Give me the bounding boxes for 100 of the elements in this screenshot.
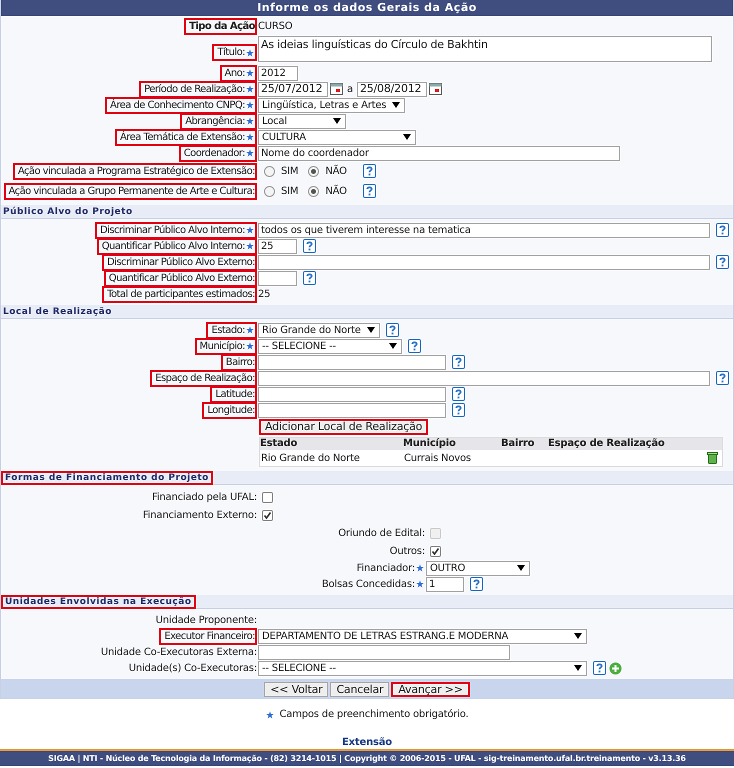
help-icon[interactable] (716, 255, 729, 269)
help-icon[interactable] (452, 403, 465, 417)
nav-button[interactable]: << Voltar (264, 682, 328, 696)
field-label: Abrangência: (185, 114, 245, 128)
add-location-button[interactable]: Adicionar Local de Realização (259, 419, 428, 435)
help-icon[interactable] (716, 371, 729, 385)
column-header: Estado (260, 438, 298, 450)
add-icon[interactable] (609, 662, 622, 674)
help-icon[interactable] (303, 239, 316, 253)
date-field[interactable]: 25/08/2012 (356, 82, 427, 96)
caret-icon (517, 565, 525, 571)
field-label: Período de Realização: (144, 82, 245, 96)
column-header: Bairro (501, 438, 536, 450)
section-header: Público Alvo do Projeto (2, 206, 134, 216)
module-name: Extensão (341, 737, 393, 749)
help-icon[interactable] (408, 339, 421, 353)
field-label: Latitude: (215, 388, 255, 400)
dropdown[interactable]: -- SELECIONE -- (258, 660, 587, 676)
dropdown[interactable]: Lingüística, Letras e Artes (258, 98, 406, 112)
dropdown[interactable]: DEPARTAMENTO DE LETRAS ESTRANG.E MODERNA (258, 628, 587, 644)
radio-button[interactable] (308, 186, 320, 196)
dropdown[interactable]: Local (258, 114, 346, 128)
field-label: Ano: (224, 66, 245, 80)
trash-icon[interactable] (707, 452, 718, 464)
field-label: Quantificar Público Alvo Interno: (102, 240, 245, 252)
calendar-icon[interactable] (330, 83, 343, 95)
help-icon[interactable] (303, 271, 316, 285)
field-label: Total de participantes estimados: (107, 288, 255, 300)
input-field[interactable] (258, 254, 710, 270)
section-header: Unidades Envolvidas na Execução (1, 594, 196, 608)
caret-icon (574, 633, 582, 639)
field-label: Área de Conhecimento CNPQ: (110, 98, 245, 112)
help-icon[interactable] (452, 355, 465, 369)
radio-button[interactable] (308, 166, 320, 176)
caret-icon (366, 327, 375, 333)
field-label: Ação vinculada a Programa Estratégico de Extensão: (18, 164, 255, 178)
field-value: 25 (258, 288, 270, 302)
nav-button[interactable]: Cancelar (330, 682, 390, 696)
help-icon[interactable] (362, 184, 376, 198)
nav-button[interactable]: Avançar >> (391, 682, 470, 696)
help-icon[interactable] (470, 577, 483, 591)
field-label: Coordenador: (184, 146, 245, 160)
caret-icon (403, 134, 411, 140)
help-icon[interactable] (362, 164, 376, 178)
field-label: Unidade Proponente: (156, 614, 257, 626)
checkbox[interactable] (262, 510, 273, 520)
dropdown[interactable]: Rio Grande do Norte (258, 322, 380, 338)
field-label: Outros: (390, 544, 425, 558)
input-field[interactable] (258, 402, 446, 418)
field-label: Unidade(s) Co-Executoras: (128, 662, 257, 674)
field-label: Executor Financeiro: (164, 630, 255, 642)
input-field[interactable]: todos os que tiverem interesse na tematica (258, 222, 710, 238)
field-label: Espaço de Realização: (155, 372, 255, 384)
column-header: Município (403, 438, 457, 450)
field-label: Oriundo de Edital: (338, 526, 425, 540)
input-field[interactable] (258, 354, 446, 370)
field-label: Bolsas Concedidas: (322, 578, 415, 590)
field-label: Quantificar Público Alvo Externo: (108, 272, 255, 284)
input-field[interactable]: 25 (258, 238, 297, 254)
caret-icon (392, 102, 400, 108)
radio-label: SIM (281, 184, 298, 198)
help-icon[interactable] (452, 387, 465, 401)
title-field[interactable]: As ideias linguísticas do Círculo de Bakhtin (258, 36, 712, 62)
input-field[interactable] (258, 270, 297, 286)
table-cell-text: Rio Grande do Norte (260, 452, 361, 466)
range-separator: a (347, 82, 353, 96)
checkbox[interactable] (262, 492, 273, 502)
field-label: Ação vinculada a Grupo Permanente de Arte e Cultura: (8, 184, 255, 198)
field-label: Financiado pela UFAL: (152, 490, 257, 504)
date-field[interactable]: 25/07/2012 (258, 82, 328, 96)
footer-bar: SIGAA | NTI - Núcleo de Tecnologia da Informação - (82) 3214-1015 | Copyright © 2006-2015 - UFAL - sig-treinamento.ufal.br.treinamento - v3.13.36 (0, 749, 734, 766)
required-note: Campos de preenchimento obrigatório. (279, 708, 468, 722)
radio-label: SIM (281, 164, 298, 178)
input-field[interactable] (258, 644, 510, 660)
field-label: Município: (200, 340, 245, 352)
required-icon (266, 710, 274, 718)
field-label: Título: (217, 46, 245, 59)
help-icon[interactable] (716, 223, 729, 237)
field-label: Discriminar Público Alvo Interno: (100, 224, 245, 236)
input-field[interactable] (258, 386, 446, 402)
radio-button[interactable] (264, 166, 275, 176)
checkbox[interactable] (430, 546, 441, 556)
field-label: Bairro: (226, 356, 255, 368)
input-field[interactable]: Nome do coordenador (258, 146, 620, 160)
table-cell-text: Currais Novos (403, 452, 472, 466)
input-field[interactable]: 2012 (258, 66, 298, 80)
help-icon[interactable] (593, 661, 606, 675)
input-field[interactable]: 1 (426, 576, 464, 592)
dropdown[interactable]: -- SELECIONE -- (258, 338, 402, 354)
help-icon[interactable] (386, 323, 399, 337)
form-title: Informe os dados Gerais da Ação (1, 0, 733, 16)
dropdown[interactable]: CULTURA (258, 130, 416, 144)
dropdown[interactable]: OUTRO (426, 560, 530, 576)
field-label: Estado: (211, 324, 245, 336)
section-header: Local de Realização (2, 306, 113, 316)
calendar-icon[interactable] (428, 83, 442, 95)
input-field[interactable] (258, 370, 710, 386)
caret-icon (333, 118, 341, 124)
radio-label: NÃO (325, 164, 347, 178)
radio-button[interactable] (264, 186, 275, 196)
